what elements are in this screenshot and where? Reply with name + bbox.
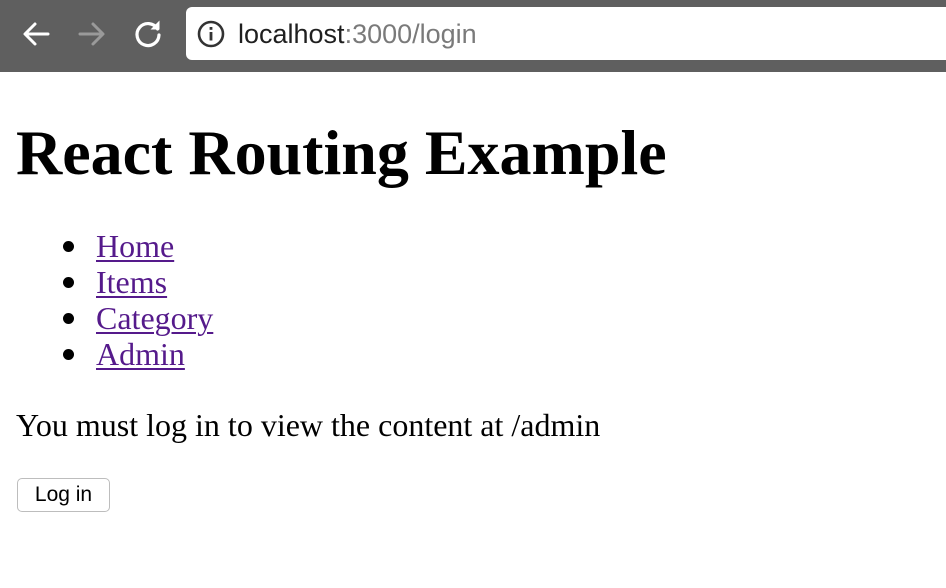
browser-toolbar: localhost:3000/login [0, 0, 946, 72]
bullet-icon [63, 277, 74, 288]
address-bar[interactable]: localhost:3000/login [186, 7, 946, 60]
forward-button[interactable] [72, 14, 112, 54]
list-item: Admin [63, 336, 213, 372]
nav-link-admin[interactable]: Admin [96, 336, 185, 372]
info-icon[interactable] [197, 20, 225, 48]
url-host: localhost [238, 19, 345, 49]
list-item: Home [63, 228, 213, 264]
login-button[interactable]: Log in [17, 478, 110, 512]
nav-link-category[interactable]: Category [96, 300, 213, 336]
nav-list: Home Items Category Admin [63, 228, 213, 372]
reload-icon [135, 20, 161, 48]
url-path: :3000/login [344, 19, 477, 49]
arrow-right-icon [78, 22, 105, 46]
reload-button[interactable] [128, 14, 168, 54]
list-item: Category [63, 300, 213, 336]
arrow-left-icon [23, 22, 50, 46]
list-item: Items [63, 264, 213, 300]
back-button[interactable] [16, 14, 56, 54]
nav-link-home[interactable]: Home [96, 228, 174, 264]
page-content: React Routing Example Home Items Categor… [0, 72, 946, 588]
login-required-message: You must log in to view the content at /… [16, 407, 601, 443]
bullet-icon [63, 241, 74, 252]
nav-link-items[interactable]: Items [96, 264, 167, 300]
url-text[interactable]: localhost:3000/login [238, 17, 477, 51]
page-title: React Routing Example [16, 117, 667, 188]
bullet-icon [63, 349, 74, 360]
bullet-icon [63, 313, 74, 324]
